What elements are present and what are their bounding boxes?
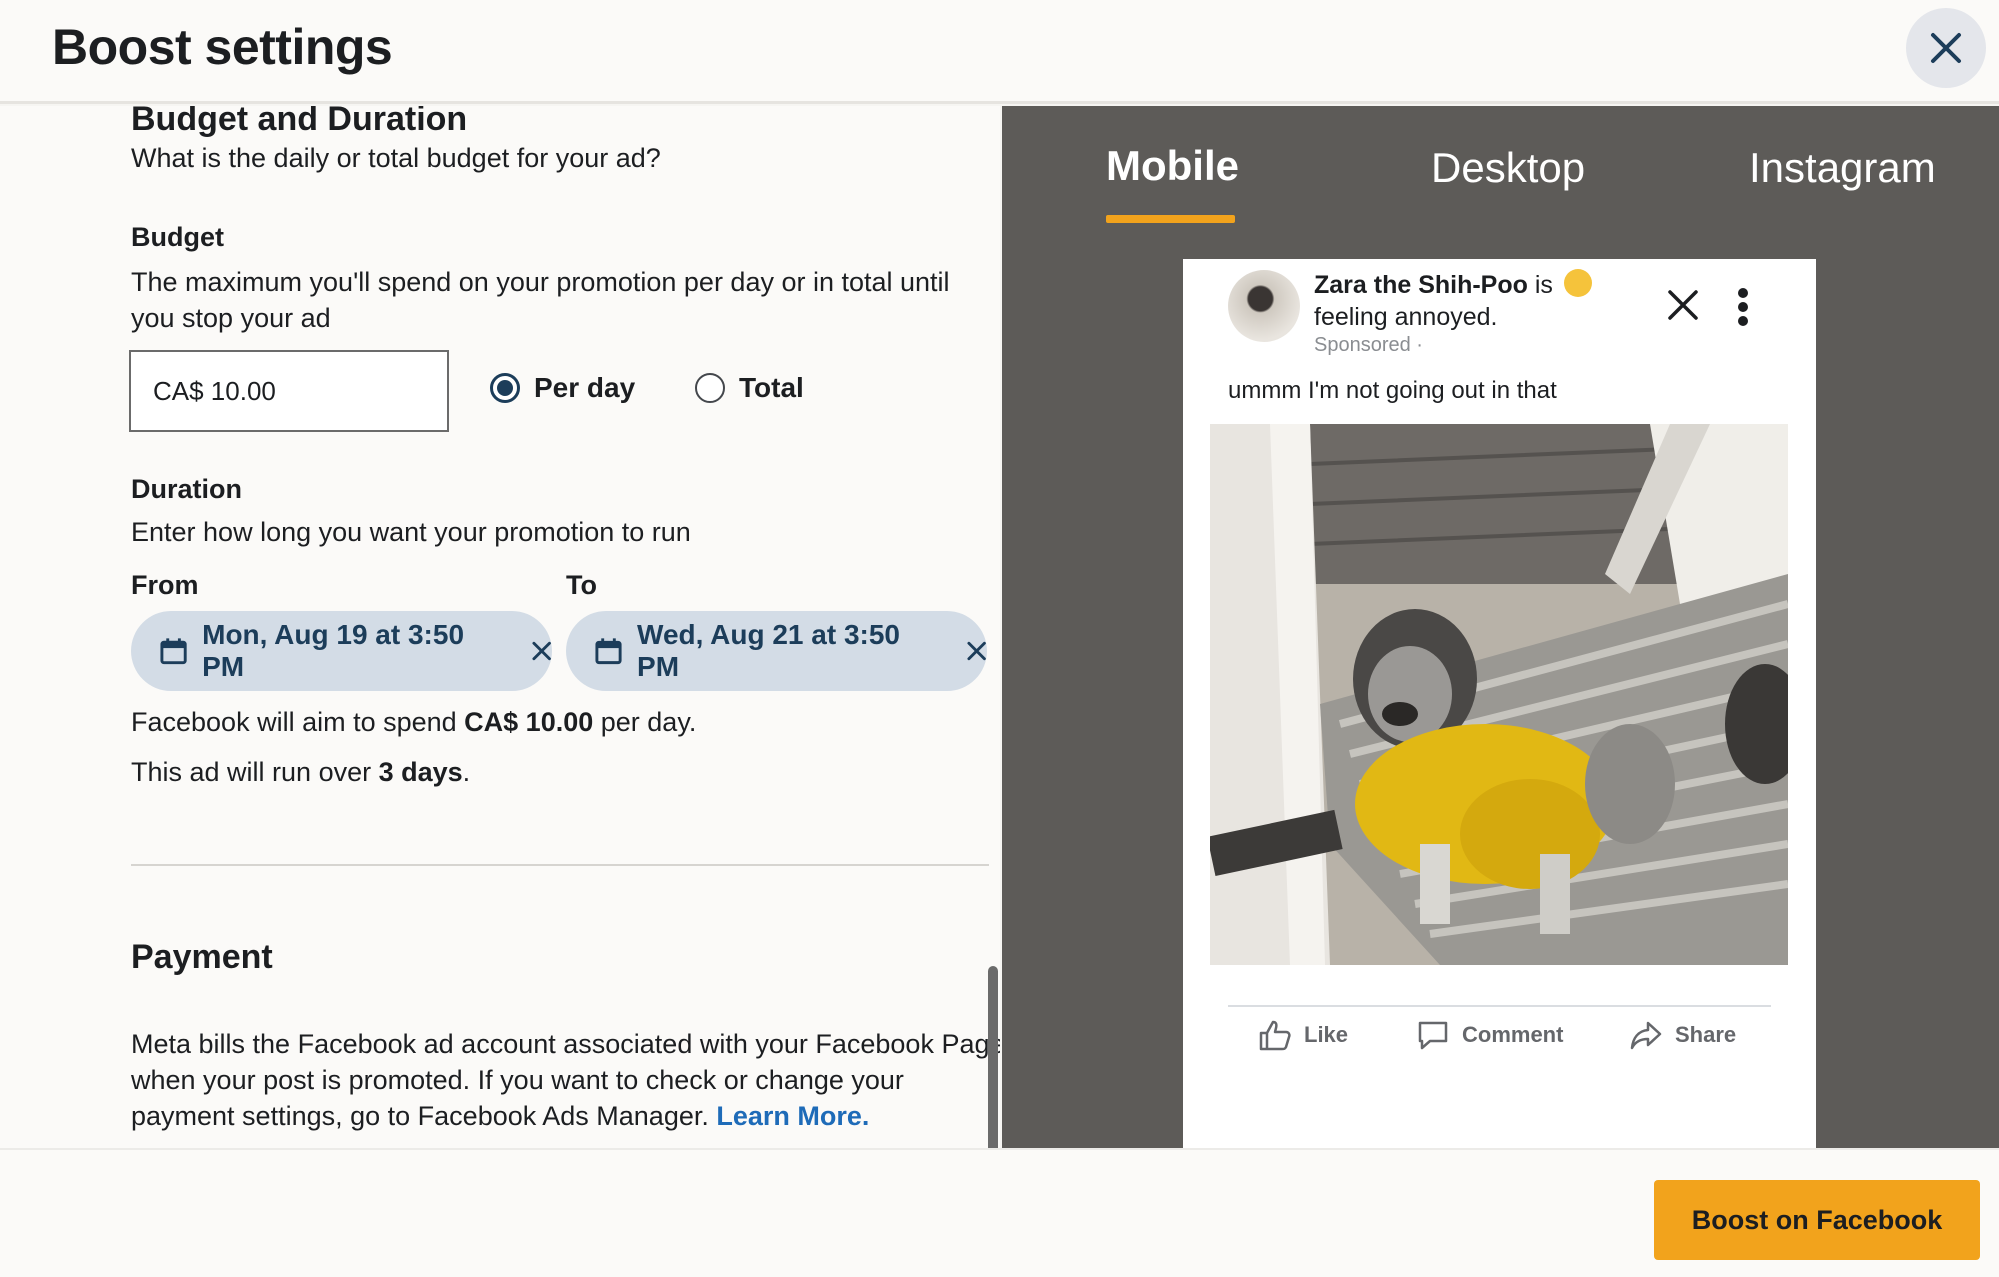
sponsored-label: Sponsored · <box>1314 334 1423 356</box>
feeling-text: feeling annoyed. <box>1314 303 1498 331</box>
spend-suffix: per day. <box>593 707 697 737</box>
clear-start-date-icon[interactable] <box>531 640 552 662</box>
settings-panel[interactable]: Budget and Duration What is the daily or… <box>0 106 1000 1148</box>
section-divider <box>131 864 989 866</box>
payment-text-line3-body: payment settings, go to Facebook Ads Man… <box>131 1101 717 1131</box>
run-days: 3 days <box>378 757 463 787</box>
payment-text-line2: when your post is promoted. If you want … <box>131 1065 904 1095</box>
run-summary: This ad will run over 3 days. <box>131 754 470 790</box>
dialog-footer: Boost on Facebook <box>0 1148 1999 1277</box>
ad-preview-panel: Mobile Desktop Instagram Zara the Shih-P… <box>1002 106 1999 1148</box>
to-label: To <box>566 570 597 600</box>
tab-instagram[interactable]: Instagram <box>1749 144 1936 192</box>
comment-label: Comment <box>1462 1022 1564 1047</box>
post-header-text: Zara the Shih-Poo is feeling annoyed. <box>1314 269 1592 333</box>
actions-divider <box>1228 1005 1771 1007</box>
comment-button[interactable]: Comment <box>1416 1019 1563 1051</box>
thumbs-up-icon <box>1259 1020 1291 1051</box>
start-date-chip[interactable]: Mon, Aug 19 at 3:50 PM <box>131 611 552 691</box>
share-icon <box>1630 1021 1662 1050</box>
spend-prefix: Facebook will aim to spend <box>131 707 465 737</box>
start-date-value: Mon, Aug 19 at 3:50 PM <box>202 619 465 682</box>
close-button[interactable] <box>1906 8 1986 88</box>
payment-text-line3: payment settings, go to Facebook Ads Man… <box>131 1098 869 1134</box>
boost-on-facebook-button[interactable]: Boost on Facebook <box>1654 1180 1980 1260</box>
like-button[interactable]: Like <box>1258 1019 1348 1051</box>
vertical-scrollbar[interactable] <box>988 966 998 1148</box>
post-photo <box>1210 424 1788 965</box>
end-date-value: Wed, Aug 21 at 3:50 PM <box>637 619 900 682</box>
more-options-icon[interactable] <box>1737 287 1749 327</box>
dialog-header: Boost settings <box>0 0 1999 104</box>
per-day-radio[interactable]: Per day <box>490 372 635 404</box>
like-label: Like <box>1304 1022 1349 1047</box>
close-icon <box>1931 33 1961 63</box>
avatar <box>1228 270 1300 342</box>
from-label: From <box>131 570 199 600</box>
active-tab-indicator <box>1106 215 1235 223</box>
calendar-icon <box>595 638 622 665</box>
spend-summary: Facebook will aim to spend CA$ 10.00 per… <box>131 704 696 740</box>
budget-duration-subtitle: What is the daily or total budget for yo… <box>131 143 661 173</box>
comment-icon <box>1418 1021 1448 1050</box>
hide-post-icon[interactable] <box>1667 289 1699 321</box>
payment-text-line1: Meta bills the Facebook ad account assoc… <box>131 1029 1000 1059</box>
tab-mobile[interactable]: Mobile <box>1106 142 1239 190</box>
radio-unselected-indicator <box>695 373 725 403</box>
total-radio[interactable]: Total <box>695 372 804 404</box>
tab-desktop[interactable]: Desktop <box>1431 144 1585 192</box>
page-name[interactable]: Zara the Shih-Poo <box>1314 271 1528 299</box>
learn-more-link[interactable]: Learn More. <box>716 1101 869 1131</box>
spend-amount: CA$ 10.00 <box>464 707 594 737</box>
share-button[interactable]: Share <box>1629 1019 1736 1051</box>
payment-title: Payment <box>131 938 273 976</box>
radio-selected-indicator <box>490 373 520 403</box>
run-suffix: . <box>462 757 471 787</box>
duration-label: Duration <box>131 474 242 504</box>
total-label: Total <box>739 372 804 403</box>
dialog-title: Boost settings <box>52 19 393 75</box>
duration-description: Enter how long you want your promotion t… <box>131 517 691 547</box>
budget-description-line1: The maximum you'll spend on your promoti… <box>131 267 950 297</box>
budget-duration-title: Budget and Duration <box>131 106 468 138</box>
run-prefix: This ad will run over <box>131 757 379 787</box>
calendar-icon <box>160 638 187 665</box>
is-word: is <box>1527 271 1560 299</box>
budget-label: Budget <box>131 222 224 252</box>
clear-end-date-icon[interactable] <box>966 640 987 662</box>
budget-input[interactable] <box>129 350 449 432</box>
budget-description-line2: you stop your ad <box>131 303 331 333</box>
post-caption: ummm I'm not going out in that <box>1228 377 1557 404</box>
end-date-chip[interactable]: Wed, Aug 21 at 3:50 PM <box>566 611 987 691</box>
share-label: Share <box>1675 1022 1737 1047</box>
annoyed-emoji-icon <box>1563 269 1592 298</box>
post-preview-card: Zara the Shih-Poo is feeling annoyed. Sp… <box>1183 259 1816 1148</box>
per-day-label: Per day <box>534 372 636 403</box>
